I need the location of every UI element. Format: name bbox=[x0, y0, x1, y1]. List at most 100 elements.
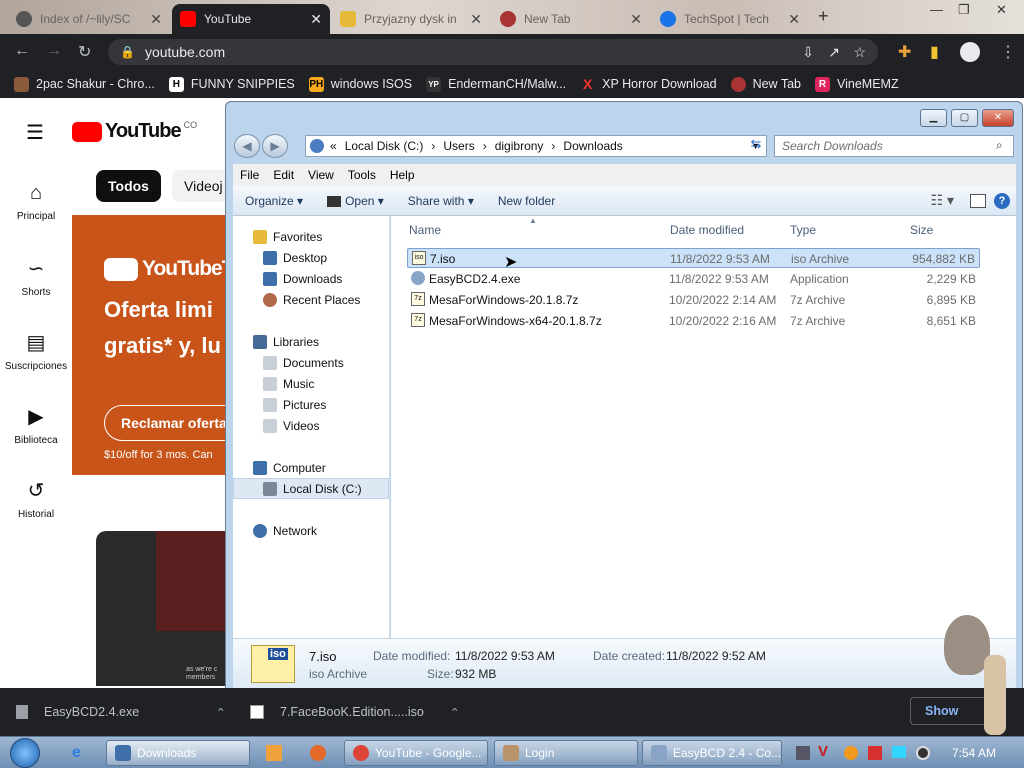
bookmark-2pac[interactable]: 2pac Shakur - Chro... bbox=[14, 76, 155, 92]
search-input[interactable]: Search Downloads bbox=[774, 135, 1014, 157]
breadcrumb-overflow[interactable]: « bbox=[330, 139, 337, 153]
bookmark-xp-horror[interactable]: X XP Horror Download bbox=[580, 76, 717, 92]
tray-v-icon[interactable]: V bbox=[818, 743, 828, 760]
nav-downloads[interactable]: Downloads bbox=[263, 272, 342, 286]
tab-new-tab[interactable]: New Tab ✕ bbox=[492, 4, 650, 34]
breadcrumb-item[interactable]: digibrony bbox=[495, 139, 544, 153]
extensions-icon[interactable]: ✚ bbox=[898, 42, 911, 62]
media-player-icon[interactable] bbox=[266, 745, 282, 761]
bookmark-new-tab[interactable]: New Tab bbox=[730, 76, 801, 92]
close-tab-icon[interactable]: ✕ bbox=[788, 11, 800, 28]
menu-file[interactable]: File bbox=[233, 168, 266, 182]
reload-icon[interactable]: ↻ bbox=[78, 42, 91, 62]
forward-icon[interactable]: ▶ bbox=[262, 134, 288, 158]
bookmark-funny-snippies[interactable]: H FUNNY SNIPPIES bbox=[168, 76, 295, 92]
breadcrumb-item[interactable]: Downloads bbox=[563, 139, 622, 153]
restore-icon[interactable]: ❐ bbox=[958, 2, 970, 18]
nav-principal[interactable]: ⌂ Principal bbox=[0, 182, 72, 222]
nav-suscripciones[interactable]: ▤ Suscripciones bbox=[0, 330, 72, 372]
breadcrumb-separator-icon[interactable]: › bbox=[483, 139, 487, 153]
breadcrumb-item[interactable]: Local Disk (C:) bbox=[345, 139, 424, 153]
address-bar[interactable]: 🔒 youtube.com ⇩ ↗ ☆ bbox=[108, 39, 878, 65]
menu-icon[interactable]: ⋮ bbox=[1000, 42, 1016, 62]
taskbar-item-login[interactable]: Login bbox=[494, 740, 638, 766]
youtube-logo[interactable]: YouTube CO bbox=[72, 120, 197, 143]
column-date-modified[interactable]: Date modified bbox=[670, 223, 744, 237]
nav-documents[interactable]: Documents bbox=[263, 356, 344, 370]
breadcrumb-separator-icon[interactable]: › bbox=[431, 139, 435, 153]
bookmark-endermanch[interactable]: YP EndermanCH/Malw... bbox=[426, 76, 566, 92]
maximize-button[interactable]: ▢ bbox=[951, 109, 978, 127]
tab-youtube[interactable]: YouTube ✕ bbox=[172, 4, 330, 34]
chevron-up-icon[interactable]: ⌃ bbox=[216, 705, 226, 720]
bookmark-windows-isos[interactable]: PH windows ISOS bbox=[308, 76, 412, 92]
close-button[interactable]: ✕ bbox=[982, 109, 1014, 127]
nav-videos[interactable]: Videos bbox=[263, 419, 319, 433]
taskbar-item-youtube[interactable]: YouTube - Google... bbox=[344, 740, 488, 766]
nav-favorites[interactable]: Favorites bbox=[253, 230, 322, 244]
refresh-icon[interactable]: ⇆ bbox=[746, 136, 766, 156]
nav-music[interactable]: Music bbox=[263, 377, 314, 391]
nav-network[interactable]: Network bbox=[253, 524, 317, 538]
tray-flag-icon[interactable] bbox=[868, 746, 882, 760]
search-icon[interactable]: ⌕ bbox=[996, 138, 1003, 153]
back-icon[interactable]: ◀ bbox=[234, 134, 260, 158]
back-icon[interactable]: ← bbox=[14, 42, 30, 60]
chip-todos[interactable]: Todos bbox=[96, 170, 161, 202]
tab-przyjazny[interactable]: Przyjazny dysk in ✕ bbox=[332, 4, 490, 34]
tray-monitor-icon[interactable] bbox=[892, 746, 906, 758]
tray-icon[interactable] bbox=[796, 746, 810, 760]
preview-pane-icon[interactable] bbox=[970, 193, 986, 208]
new-tab-button[interactable]: + bbox=[818, 6, 829, 27]
nav-recent-places[interactable]: Recent Places bbox=[263, 293, 360, 307]
tab-techspot[interactable]: TechSpot | Tech ✕ bbox=[652, 4, 808, 34]
taskbar-item-downloads[interactable]: Downloads bbox=[106, 740, 250, 766]
close-tab-icon[interactable]: ✕ bbox=[310, 11, 322, 28]
close-tab-icon[interactable]: ✕ bbox=[630, 11, 642, 28]
file-row-mesa-x86[interactable]: 7z MesaForWindows-20.1.8.7z 10/20/2022 2… bbox=[407, 290, 980, 310]
menu-view[interactable]: View bbox=[301, 168, 341, 182]
close-icon[interactable]: ✕ bbox=[996, 2, 1007, 18]
nav-computer[interactable]: Computer bbox=[253, 461, 326, 475]
open-button[interactable]: Open ▾ bbox=[315, 194, 396, 208]
nav-biblioteca[interactable]: ▶ Biblioteca bbox=[0, 404, 72, 446]
help-icon[interactable]: ? bbox=[994, 192, 1010, 209]
download-item[interactable]: EasyBCD2.4.exe ⌃ bbox=[16, 700, 226, 724]
breadcrumb-separator-icon[interactable]: › bbox=[551, 139, 555, 153]
ie-icon[interactable]: e bbox=[72, 744, 81, 762]
share-icon[interactable]: ↗ bbox=[828, 44, 840, 61]
window-titlebar[interactable]: ▁ ▢ ✕ bbox=[226, 102, 1022, 132]
start-button[interactable] bbox=[10, 738, 40, 768]
view-options-icon[interactable]: ☷ ▾ bbox=[931, 192, 954, 209]
minimize-button[interactable]: ▁ bbox=[920, 109, 947, 127]
menu-edit[interactable]: Edit bbox=[266, 168, 301, 182]
forward-icon[interactable]: → bbox=[46, 42, 62, 60]
share-with-button[interactable]: Share with ▾ bbox=[396, 194, 486, 208]
column-name[interactable]: Name bbox=[409, 223, 441, 237]
minimize-icon[interactable]: — bbox=[930, 2, 943, 17]
video-thumbnail[interactable]: as we're c members bbox=[96, 531, 230, 686]
file-row-easybcd[interactable]: EasyBCD2.4.exe 11/8/2022 9:53 AM Applica… bbox=[407, 269, 980, 289]
hamburger-icon[interactable]: ☰ bbox=[26, 120, 44, 145]
nav-historial[interactable]: ↺ Historial bbox=[0, 478, 72, 520]
new-folder-button[interactable]: New folder bbox=[486, 194, 567, 208]
profile-icon[interactable] bbox=[960, 42, 980, 62]
tab-index-of[interactable]: Index of /~lily/SC ✕ bbox=[8, 4, 170, 34]
nav-desktop[interactable]: Desktop bbox=[263, 251, 327, 265]
sidepanel-icon[interactable]: ▮ bbox=[930, 42, 939, 62]
chip-videojuegos[interactable]: Videoj bbox=[172, 170, 230, 202]
file-row-mesa-x64[interactable]: 7z MesaForWindows-x64-20.1.8.7z 10/20/20… bbox=[407, 311, 980, 331]
nav-local-disk[interactable]: Local Disk (C:) bbox=[233, 478, 389, 499]
tray-search-icon[interactable] bbox=[844, 746, 858, 760]
close-tab-icon[interactable]: ✕ bbox=[150, 11, 162, 28]
close-tab-icon[interactable]: ✕ bbox=[470, 11, 482, 28]
app-icon[interactable] bbox=[310, 745, 326, 761]
menu-help[interactable]: Help bbox=[383, 168, 422, 182]
breadcrumb-item[interactable]: Users bbox=[443, 139, 474, 153]
nav-shorts[interactable]: ∽ Shorts bbox=[0, 256, 72, 298]
menu-tools[interactable]: Tools bbox=[341, 168, 383, 182]
clock[interactable]: 7:54 AM bbox=[952, 746, 996, 760]
install-icon[interactable]: ⇩ bbox=[802, 44, 814, 61]
address-bar[interactable]: « Local Disk (C:) › Users › digibrony › Dow… bbox=[305, 135, 767, 157]
taskbar-item-easybcd[interactable]: EasyBCD 2.4 - Co... bbox=[642, 740, 782, 766]
